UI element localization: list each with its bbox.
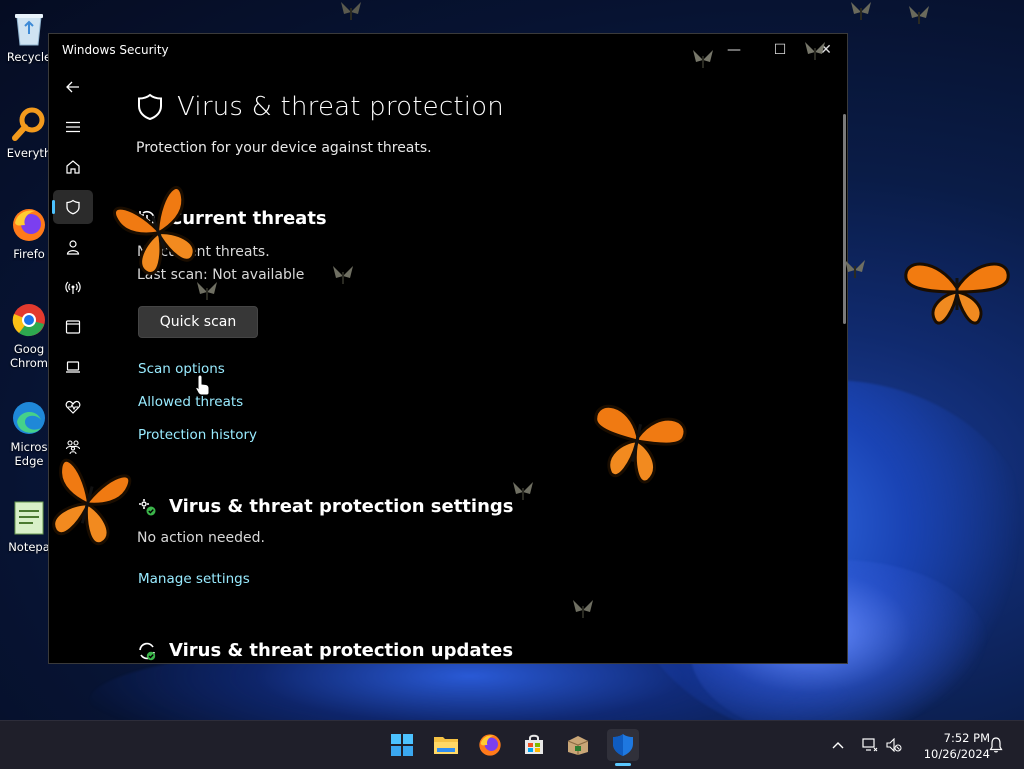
taskbar-clock[interactable]: 7:52 PM 10/26/2024: [910, 730, 990, 762]
butterfly-decoration: [113, 186, 196, 275]
firefox-icon: [9, 205, 49, 245]
nav-device-performance[interactable]: [53, 390, 93, 424]
taskbar-start-button[interactable]: [386, 729, 418, 761]
manage-settings-link[interactable]: Manage settings: [138, 571, 250, 587]
back-arrow-icon: [66, 81, 79, 93]
back-button[interactable]: [53, 70, 93, 104]
desktop-icon-label: Chrom: [9, 356, 49, 370]
scrollbar-thumb[interactable]: [843, 114, 846, 324]
firefox-icon: [479, 734, 501, 756]
network-icon: [65, 281, 81, 294]
settings-status-text: No action needed.: [137, 530, 265, 546]
moth-decoration: [845, 260, 865, 278]
chevron-up-icon: [832, 742, 844, 749]
side-navigation: [49, 70, 95, 663]
taskbar-windows-security[interactable]: [607, 729, 639, 761]
person-icon: [66, 240, 80, 255]
page-subtitle: Protection for your device against threa…: [136, 140, 432, 156]
moth-decoration: [573, 600, 593, 618]
clock-time: 7:52 PM: [943, 731, 990, 745]
everything-search-icon: [9, 104, 49, 144]
nav-settings[interactable]: [53, 660, 93, 663]
recycle-bin-icon: [9, 8, 49, 48]
app-window-icon: [65, 320, 81, 334]
nav-firewall[interactable]: [53, 270, 93, 304]
active-app-indicator: [615, 763, 631, 766]
moth-decoration: [851, 2, 871, 20]
moth-decoration: [197, 282, 217, 300]
network-status-button[interactable]: [860, 721, 880, 769]
taskbar-package-app[interactable]: [562, 729, 594, 761]
shield-icon: [66, 199, 80, 215]
shield-icon: [138, 93, 162, 121]
taskbar-microsoft-store[interactable]: [518, 729, 550, 761]
scan-options-link[interactable]: Scan options: [138, 361, 225, 377]
package-icon: [567, 736, 589, 755]
nav-app-browser-control[interactable]: [53, 310, 93, 344]
store-icon: [525, 734, 543, 754]
moth-decoration: [805, 42, 825, 60]
windows-security-window: Windows Security — ☐ ✕ Virus & threat pr…: [48, 33, 848, 664]
page-header: Virus & threat protection: [137, 92, 504, 122]
moth-decoration: [333, 266, 353, 284]
moth-decoration: [693, 50, 713, 68]
hamburger-menu-icon: [66, 121, 80, 133]
protection-settings-header: Virus & threat protection settings: [137, 496, 514, 517]
nav-home[interactable]: [53, 150, 93, 184]
network-monitor-icon: [862, 738, 878, 752]
laptop-icon: [66, 361, 80, 373]
quick-scan-button[interactable]: Quick scan: [138, 306, 258, 338]
nav-virus-protection[interactable]: [52, 190, 93, 224]
moth-decoration: [513, 482, 533, 500]
taskbar-firefox[interactable]: [474, 729, 506, 761]
edge-icon: [9, 398, 49, 438]
desktop-icon-label: Recycle: [6, 50, 52, 64]
protection-updates-header: Virus & threat protection updates: [137, 640, 513, 661]
nav-device-security[interactable]: [53, 350, 93, 384]
protection-history-link[interactable]: Protection history: [138, 427, 257, 443]
settings-gear-icon: [139, 498, 156, 515]
volume-button[interactable]: [884, 721, 904, 769]
butterfly-decoration: [594, 404, 687, 484]
security-shield-icon: [613, 734, 633, 756]
desktop-icon-recycle-bin[interactable]: Recycle: [4, 8, 54, 64]
windows-start-icon: [391, 734, 413, 756]
desktop-icon-label: Firefo: [13, 247, 45, 261]
desktop-icon-label: Goog: [13, 342, 45, 356]
butterfly-decoration: [904, 262, 1010, 325]
moth-decoration: [341, 2, 361, 20]
heart-pulse-icon: [65, 400, 81, 414]
update-refresh-icon: [139, 642, 156, 660]
bell-icon: [989, 737, 1003, 753]
allowed-threats-link[interactable]: Allowed threats: [138, 394, 243, 410]
protection-updates-heading: Virus & threat protection updates: [169, 640, 514, 661]
volume-muted-icon: [886, 738, 902, 752]
notifications-button[interactable]: [986, 721, 1006, 769]
moth-decoration: [909, 6, 929, 24]
desktop-icon-firefox[interactable]: Firefo: [4, 205, 54, 261]
butterfly-decoration: [52, 458, 132, 546]
folder-icon: [434, 737, 458, 754]
desktop-icon-chrome[interactable]: Goog Chrom: [4, 300, 54, 370]
clock-date: 10/26/2024: [923, 747, 990, 761]
protection-settings-heading: Virus & threat protection settings: [169, 496, 514, 517]
home-icon: [66, 160, 80, 174]
desktop-icon-label: Everyth: [6, 146, 52, 160]
taskbar-file-explorer[interactable]: [430, 729, 462, 761]
desktop-icon-everything[interactable]: Everyth: [4, 104, 54, 160]
menu-button[interactable]: [53, 110, 93, 144]
show-hidden-icons-button[interactable]: [828, 721, 848, 769]
main-content: Virus & threat protection Protection for…: [136, 34, 847, 663]
page-title: Virus & threat protection: [177, 92, 504, 122]
nav-account-protection[interactable]: [53, 230, 93, 264]
hand-cursor-icon: [195, 374, 210, 396]
taskbar: 7:52 PM 10/26/2024: [0, 720, 1024, 769]
chrome-icon: [9, 300, 49, 340]
